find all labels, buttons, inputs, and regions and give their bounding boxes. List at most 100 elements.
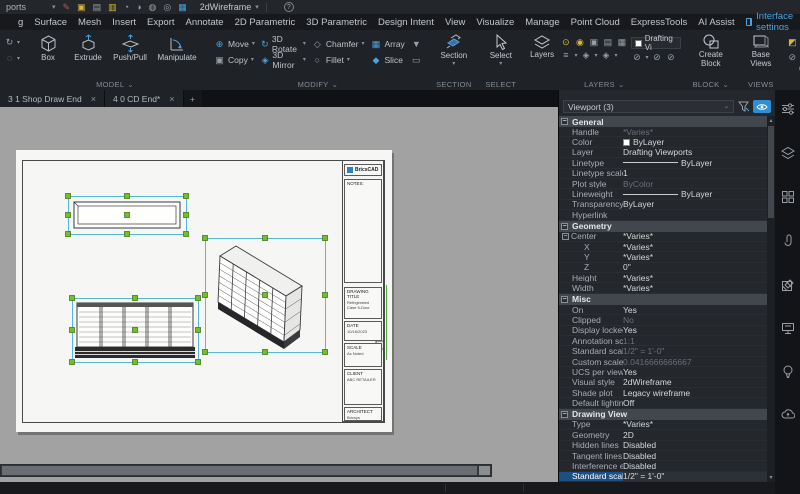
property-row[interactable]: Z0" xyxy=(559,263,768,273)
section-button[interactable]: Section ▾ xyxy=(434,33,474,67)
chevron-down-icon[interactable]: ▾ xyxy=(574,52,577,59)
layer-dropdown[interactable]: Drafting Vi xyxy=(631,37,680,49)
section-header[interactable]: −Misc xyxy=(559,294,768,305)
property-value[interactable]: 2dWireframe xyxy=(623,378,768,387)
menu-item[interactable]: Export xyxy=(147,17,174,28)
property-value[interactable]: Disabled xyxy=(623,441,768,450)
property-value[interactable]: Yes xyxy=(623,367,768,376)
chevron-down-icon[interactable]: ▾ xyxy=(452,62,455,67)
chevron-down-icon[interactable]: ▾ xyxy=(251,56,254,63)
property-value[interactable]: Drafting Viewports xyxy=(623,148,768,157)
document-tab[interactable]: 4 0 CD End* × xyxy=(105,90,184,107)
property-row[interactable]: Hidden linesDisabled xyxy=(559,441,768,451)
property-value[interactable]: 1 xyxy=(623,169,768,178)
push-pull-button[interactable]: Push/Pull xyxy=(108,33,152,63)
layer-freeze-icon[interactable]: ◉ xyxy=(574,37,585,47)
selection-type-dropdown[interactable]: Viewport (3) ⌄ xyxy=(563,100,734,113)
scrollbar-thumb[interactable] xyxy=(2,466,477,475)
chevron-down-icon[interactable]: ▾ xyxy=(252,40,255,47)
property-row[interactable]: Handle*Varies* xyxy=(559,127,768,137)
clock2-icon[interactable]: ◑ xyxy=(136,2,141,12)
property-value[interactable]: Yes xyxy=(623,326,768,335)
layer-off-icon[interactable]: ⊘ xyxy=(651,52,662,62)
copy-button[interactable]: ▣Copy▾ xyxy=(212,53,257,66)
property-row[interactable]: UCS per viewporYes xyxy=(559,367,768,377)
render-mode-icon[interactable]: ◌ xyxy=(4,53,15,63)
layer-states-icon[interactable]: ▦ xyxy=(616,37,627,47)
property-value[interactable]: Off xyxy=(623,398,768,407)
fillet-button[interactable]: ○Fillet▾ xyxy=(310,53,367,66)
clock-icon[interactable]: ◔ xyxy=(124,2,129,12)
3d-mirror-button[interactable]: ◈3D Mirror▾ xyxy=(259,53,308,66)
collapse-icon[interactable]: − xyxy=(561,411,568,418)
property-row[interactable]: Tangent linesDisabled xyxy=(559,451,768,461)
property-value[interactable] xyxy=(623,210,768,219)
property-value[interactable]: *Varies* xyxy=(623,232,768,241)
filter-icon[interactable] xyxy=(738,101,749,112)
chevron-down-icon[interactable]: ⌄ xyxy=(332,80,339,89)
property-value[interactable]: No xyxy=(623,315,768,324)
star-tool-icon[interactable]: ▣ xyxy=(77,2,86,12)
array-button[interactable]: ▦Array xyxy=(369,37,407,50)
property-value[interactable]: 0" xyxy=(623,263,768,272)
collapse-icon[interactable]: − xyxy=(562,233,569,240)
menu-item[interactable]: Design Intent xyxy=(378,17,434,28)
property-row[interactable]: LinetypeByLayer xyxy=(559,158,768,168)
property-row[interactable]: Standard scale1/2" = 1'-0" xyxy=(559,346,768,356)
document-tab[interactable]: 3 1 Shop Draw End × xyxy=(0,90,105,107)
chevron-down-icon[interactable]: ▾ xyxy=(347,56,350,63)
menu-item[interactable]: 3D Parametric xyxy=(306,17,367,28)
property-row[interactable]: Linetype scale1 xyxy=(559,169,768,179)
menu-item[interactable]: Insert xyxy=(112,17,136,28)
property-row[interactable]: Visual style2dWireframe xyxy=(559,378,768,388)
property-value[interactable]: *Varies* xyxy=(623,420,768,429)
property-row[interactable]: Plot styleByColor xyxy=(559,179,768,189)
property-row[interactable]: OnYes xyxy=(559,305,768,315)
property-value[interactable]: ByLayer xyxy=(623,137,768,146)
extrude-button[interactable]: Extrude xyxy=(68,33,108,63)
chevron-down-icon[interactable]: ▾ xyxy=(303,40,306,47)
menu-item[interactable]: Annotate xyxy=(186,17,224,28)
properties-sliders-icon[interactable] xyxy=(781,102,795,116)
property-value[interactable]: *Varies* xyxy=(623,252,768,261)
slice-button[interactable]: ◆Slice xyxy=(369,53,407,66)
chevron-down-icon[interactable]: ▾ xyxy=(614,52,617,59)
property-row[interactable]: Type*Varies* xyxy=(559,420,768,430)
create-block-button[interactable]: Create Block xyxy=(691,33,731,68)
visual-style-dropdown[interactable]: 2dWireframe ▾ xyxy=(200,2,259,12)
cloud-upload-icon[interactable] xyxy=(781,409,795,420)
section-header[interactable]: −Geometry xyxy=(559,221,768,232)
scroll-down-icon[interactable]: ▾ xyxy=(767,473,775,482)
move-button[interactable]: ⊕Move▾ xyxy=(212,37,257,50)
chevron-down-icon[interactable]: ▾ xyxy=(645,54,648,61)
scrollbar-button[interactable] xyxy=(479,466,490,475)
layer-lock-icon[interactable]: ▤ xyxy=(602,37,613,47)
control-ucs-icon[interactable]: ◩ xyxy=(787,37,798,47)
property-value[interactable]: 0.0416666666667 xyxy=(623,357,768,366)
layer-walk-icon[interactable]: ≡ xyxy=(560,50,571,60)
layer-match-icon[interactable]: ◈ xyxy=(580,50,591,60)
collapse-icon[interactable]: − xyxy=(561,296,568,303)
close-icon[interactable]: × xyxy=(169,94,174,104)
layer-merge-icon[interactable]: ◈ xyxy=(600,50,611,60)
property-value[interactable]: Yes xyxy=(623,305,768,314)
collapse-icon[interactable]: − xyxy=(561,223,568,230)
property-row[interactable]: Interference edgDisabled xyxy=(559,461,768,471)
scrollbar-thumb[interactable] xyxy=(768,126,774,218)
manipulate-button[interactable]: Manipulate xyxy=(152,33,202,63)
sphere2-icon[interactable]: ◎ xyxy=(163,2,171,12)
property-value[interactable]: ByColor xyxy=(623,179,768,188)
orbit-icon[interactable]: ↻ xyxy=(4,37,15,47)
chevron-down-icon[interactable]: ▾ xyxy=(499,62,502,67)
menu-item[interactable]: AI Assist xyxy=(698,17,734,28)
property-value[interactable]: 1/2" = 1'-0" xyxy=(623,472,768,481)
help-icon[interactable]: ? xyxy=(284,2,294,12)
workspace-dropdown[interactable]: ports ▾ xyxy=(6,2,56,12)
menu-item[interactable]: Point Cloud xyxy=(571,17,620,28)
property-value[interactable]: Disabled xyxy=(623,451,768,460)
new-tab-button[interactable]: + xyxy=(184,90,202,107)
collapse-icon[interactable]: − xyxy=(561,118,568,125)
layers-button[interactable]: Layers xyxy=(528,33,557,60)
layer-prev-icon[interactable]: ⊘ xyxy=(631,52,642,62)
balloon-icon[interactable] xyxy=(782,365,794,379)
